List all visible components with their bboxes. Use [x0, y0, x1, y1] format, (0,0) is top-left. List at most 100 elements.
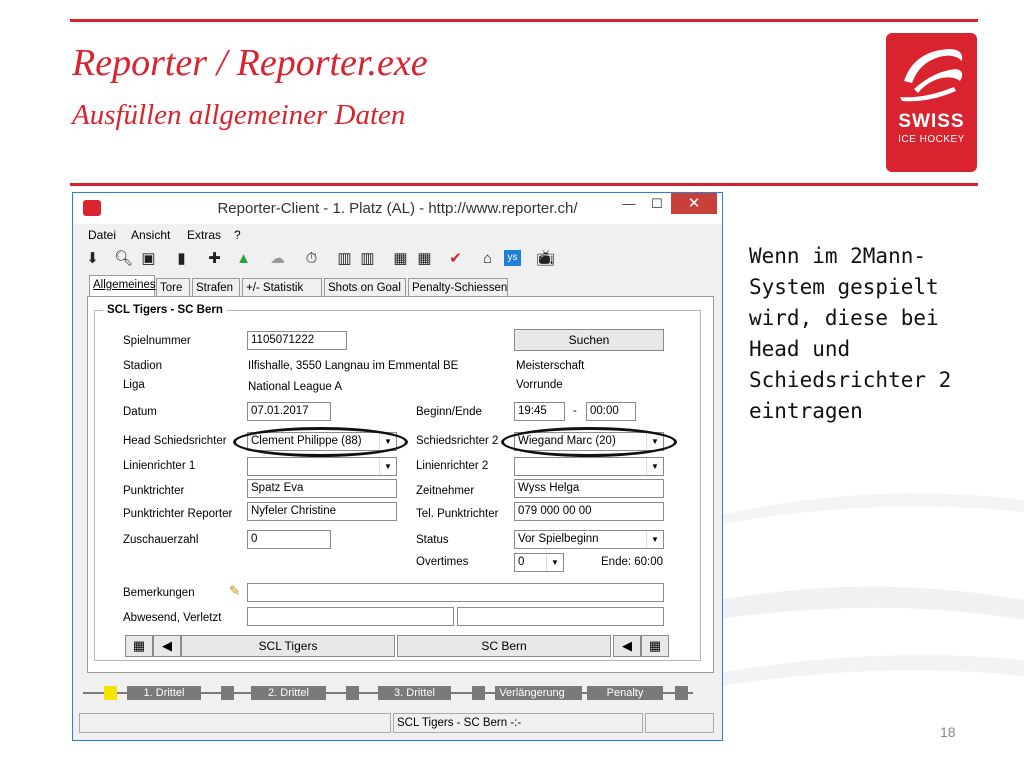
status-score: SCL Tigers - SC Bern -:-: [393, 713, 643, 733]
linienrichter-1-select[interactable]: ▼: [247, 457, 397, 476]
calendar-icon-away[interactable]: ▦: [641, 635, 669, 657]
menu-datei[interactable]: Datei: [88, 228, 116, 242]
tab-plus-minus-statistik[interactable]: +/- Statistik: [242, 278, 322, 296]
punktrichter-reporter-field[interactable]: Nyfeler Christine: [247, 502, 397, 521]
save-icon[interactable]: ▣: [139, 249, 158, 268]
chevron-down-icon: ▼: [646, 458, 663, 475]
period-marker[interactable]: [569, 686, 582, 700]
chevron-down-icon: ▼: [546, 554, 563, 571]
datum-field[interactable]: 07.01.2017: [247, 402, 331, 421]
slide-title: Reporter / Reporter.exe: [72, 42, 428, 84]
punktrichter-label: Punktrichter: [123, 485, 185, 497]
tab-shots-on-goal[interactable]: Shots on Goal: [324, 278, 406, 296]
tab-penalty-schiessen[interactable]: Penalty-Schiessen: [408, 278, 508, 296]
punktrichter-field[interactable]: Spatz Eva: [247, 479, 397, 498]
period-progress-bar: 1. Drittel 2. Drittel 3. Drittel Verläng…: [83, 683, 713, 703]
tel-punktrichter-field[interactable]: 079 000 00 00: [514, 502, 664, 521]
status-select[interactable]: Vor Spielbeginn ▼: [514, 530, 664, 549]
close-button[interactable]: ✕: [671, 193, 717, 214]
swirl-logo-icon: [900, 49, 963, 102]
zeitnehmer-field[interactable]: Wyss Helga: [514, 479, 664, 498]
team-home-button[interactable]: SCL Tigers: [181, 635, 395, 657]
stadion-label: Stadion: [123, 360, 163, 372]
slide-subtitle: Ausfüllen allgemeiner Daten: [72, 99, 406, 131]
abwesend-label: Abwesend, Verletzt: [123, 612, 222, 624]
ende-time-label: Ende: 60:00: [601, 556, 664, 568]
edit-note-icon[interactable]: ✎: [229, 583, 244, 598]
cloud-icon[interactable]: ☁: [268, 249, 287, 268]
speaker-icon-home[interactable]: ◀: [153, 635, 181, 657]
highlight-ellipse-sr2: [501, 427, 677, 457]
upload-icon[interactable]: ▲: [234, 249, 253, 268]
liga-label: Liga: [123, 379, 145, 391]
punktrichter-reporter-label: Punktrichter Reporter: [123, 508, 233, 520]
period-penalty[interactable]: Penalty: [587, 686, 663, 700]
suchen-button[interactable]: Suchen: [514, 329, 664, 351]
overtimes-select[interactable]: 0 ▼: [514, 553, 564, 572]
toolbar: ⬇ 🔍︎ ▣ ▮ ✚ ▲ ☁ ⏱ ▥ ▥ ▦ ▦ ✔ ⌂ ys 📺︎: [73, 246, 722, 272]
menu-help[interactable]: ?: [234, 228, 241, 242]
checkmark-icon[interactable]: ✔: [446, 249, 465, 268]
tab-strafen[interactable]: Strafen: [192, 278, 240, 296]
tv-icon[interactable]: 📺︎: [536, 249, 555, 268]
period-marker[interactable]: [472, 686, 485, 700]
menu-ansicht[interactable]: Ansicht: [131, 228, 170, 242]
highlight-ellipse-head: [233, 427, 408, 457]
spielnummer-field[interactable]: 1105071222: [247, 331, 347, 350]
spielnummer-label: Spielnummer: [123, 335, 191, 347]
group-title: SCL Tigers - SC Bern: [103, 304, 227, 316]
team-icon[interactable]: ▦: [391, 249, 410, 268]
tab-bar: Allgemeines Tore Strafen +/- Statistik S…: [87, 275, 713, 297]
status-label: Status: [416, 534, 449, 546]
lineup-icon-2[interactable]: ▥: [358, 249, 377, 268]
period-2-drittel[interactable]: 2. Drittel: [251, 686, 326, 700]
ende-field[interactable]: 00:00: [586, 402, 636, 421]
linienrichter-2-label: Linienrichter 2: [416, 460, 489, 472]
minimize-button[interactable]: —: [614, 193, 644, 215]
period-1-drittel[interactable]: 1. Drittel: [127, 686, 201, 700]
chevron-down-icon: ▼: [646, 531, 663, 548]
swiss-ice-hockey-logo: SWISS ICE HOCKEY: [886, 33, 977, 172]
tab-tore[interactable]: Tore: [156, 278, 190, 296]
period-marker[interactable]: [346, 686, 359, 700]
overtimes-label: Overtimes: [416, 556, 469, 568]
period-marker-current[interactable]: [104, 686, 117, 700]
tab-allgemeines[interactable]: Allgemeines: [89, 275, 156, 297]
instruction-note: Wenn im 2Mann- System gespielt wird, die…: [749, 244, 952, 423]
ys-icon[interactable]: ys: [504, 250, 521, 266]
period-verlaengerung[interactable]: Verlängerung: [495, 686, 569, 700]
zuschauerzahl-field[interactable]: 0: [247, 530, 331, 549]
calendar-icon-home[interactable]: ▦: [125, 635, 153, 657]
maximize-button[interactable]: ☐: [642, 193, 672, 215]
period-3-drittel[interactable]: 3. Drittel: [378, 686, 451, 700]
zuschauerzahl-label: Zuschauerzahl: [123, 534, 199, 546]
download-icon[interactable]: ⬇: [83, 249, 102, 268]
abwesend-field-away[interactable]: [457, 607, 664, 626]
period-marker[interactable]: [221, 686, 234, 700]
beginn-field[interactable]: 19:45: [514, 402, 565, 421]
speaker-icon-away[interactable]: ◀: [613, 635, 641, 657]
home-icon[interactable]: ⌂: [478, 249, 497, 268]
beginn-ende-label: Beginn/Ende: [416, 406, 482, 418]
bemerkungen-field[interactable]: [247, 583, 664, 602]
period-marker[interactable]: [675, 686, 688, 700]
chevron-down-icon: ▼: [379, 458, 396, 475]
team-away-button[interactable]: SC Bern: [397, 635, 611, 657]
top-rule: [70, 19, 978, 22]
menu-bar: Datei Ansicht Extras ?: [73, 226, 722, 244]
linienrichter-2-select[interactable]: ▼: [514, 457, 664, 476]
menu-extras[interactable]: Extras: [187, 228, 221, 242]
status-cell-empty: [79, 713, 391, 733]
clipboard-icon[interactable]: ▮: [172, 249, 191, 268]
search-icon[interactable]: 🔍︎: [114, 249, 133, 268]
lineup-icon[interactable]: ▥: [335, 249, 354, 268]
status-value: Vor Spielbeginn: [518, 533, 599, 545]
abwesend-field-home[interactable]: [247, 607, 454, 626]
title-bar[interactable]: Reporter-Client - 1. Platz (AL) - http:/…: [73, 193, 722, 224]
status-cell-right: [645, 713, 714, 733]
vorrunde-value: Vorrunde: [516, 379, 563, 391]
team-icon-2[interactable]: ▦: [415, 249, 434, 268]
logo-text-swiss: SWISS: [898, 111, 965, 132]
player-add-icon[interactable]: ✚: [205, 249, 224, 268]
stopwatch-icon[interactable]: ⏱: [302, 249, 321, 268]
